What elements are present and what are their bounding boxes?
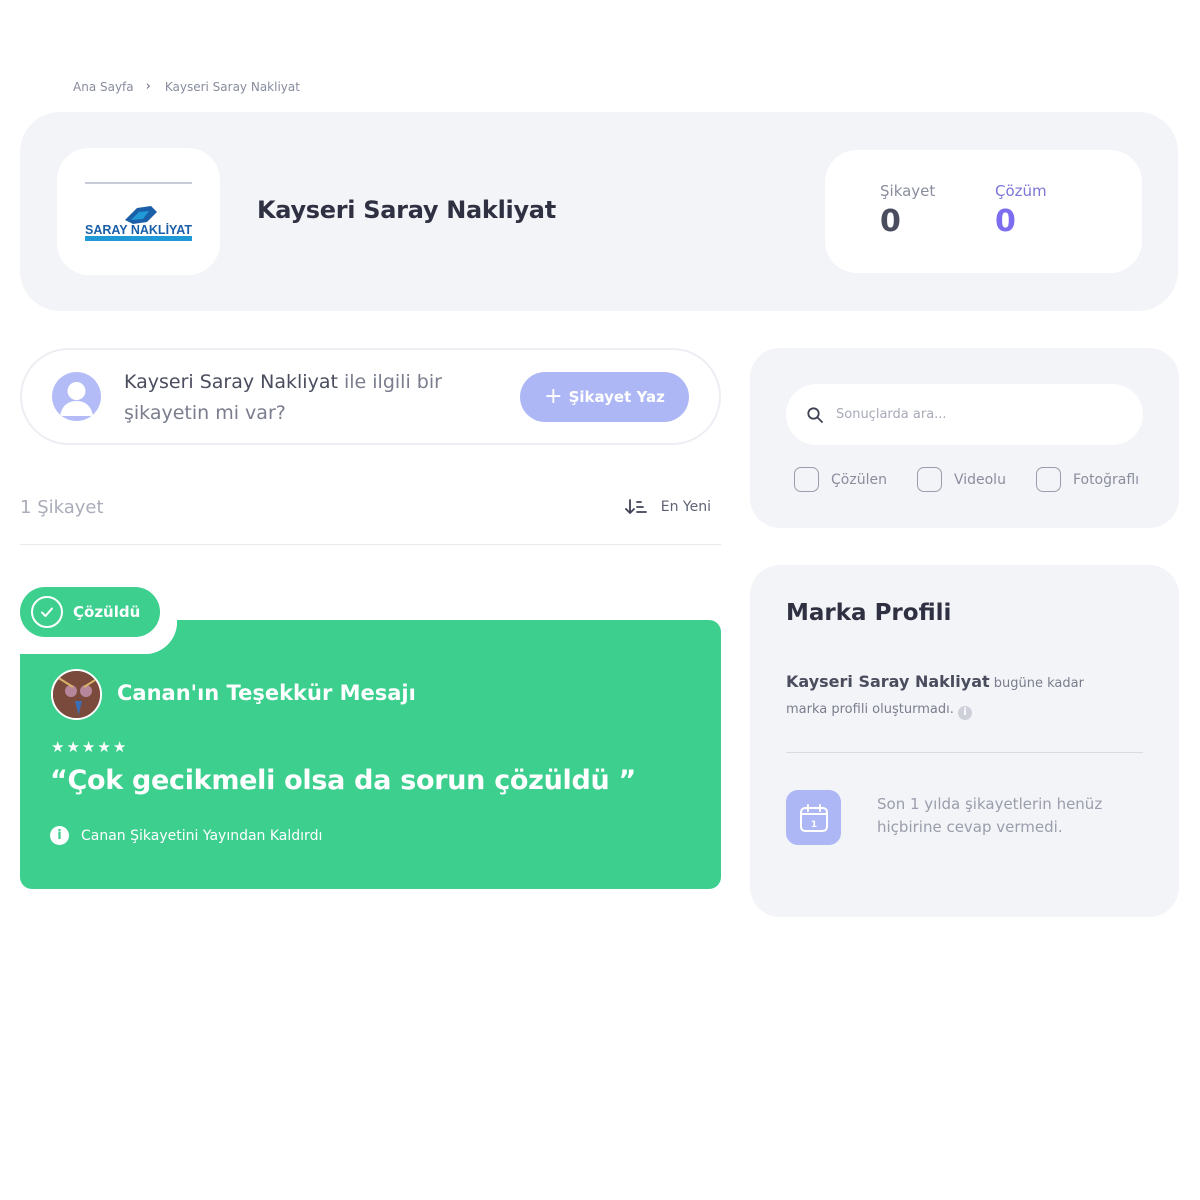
stats-box: Şikayet 0 Çözüm 0 (825, 150, 1142, 273)
response-note: Son 1 yılda şikayetlerin henüz hiçbirine… (877, 795, 1103, 836)
calendar-icon: 1 (786, 790, 841, 845)
logo-divider (85, 182, 192, 184)
complaint-title[interactable]: Canan'ın Teşekkür Mesajı (117, 681, 416, 705)
filter-solved-checkbox[interactable] (794, 467, 819, 492)
brand-profile-desc: Kayseri Saray Nakliyat bugüne kadar mark… (786, 669, 1126, 723)
info-icon: i (50, 826, 69, 845)
chevron-right-icon: › (145, 79, 151, 94)
write-complaint-brand: Kayseri Saray Nakliyat (124, 371, 338, 393)
star-icon: ★ (81, 738, 96, 756)
breadcrumb-home-link[interactable]: Ana Sayfa (73, 80, 134, 94)
star-icon: ★ (51, 738, 65, 756)
brand-profile-brand: Kayseri Saray Nakliyat (786, 672, 990, 691)
breadcrumb-current-link[interactable]: Kayseri Saray Nakliyat (165, 80, 300, 94)
complaint-count: 1 Şikayet (20, 497, 104, 518)
complaint-stat-label: Şikayet (880, 182, 936, 200)
solution-stat-value: 0 (995, 204, 1016, 239)
filter-video-checkbox[interactable] (916, 467, 942, 492)
filter-solved[interactable]: Çözülen (794, 467, 887, 492)
filter-video[interactable]: Videolu (916, 467, 1006, 492)
brand-header-card: SARAY NAKLİYAT Kayseri Saray Nakliyat Şi… (20, 112, 1178, 311)
brand-profile-title: Marka Profili (786, 600, 952, 626)
search-card: Çözülen Videolu Fotoğraflı (750, 348, 1179, 528)
complaint-count-label: Şikayet (37, 497, 104, 518)
sort-descending-icon (624, 499, 647, 514)
star-icon: ★ (112, 738, 127, 756)
filter-video-label: Videolu (953, 471, 1006, 488)
filter-solved-label: Çözülen (831, 471, 887, 488)
removed-note-text: Canan Şikayetini Yayından Kaldırdı (81, 827, 323, 844)
search-icon (807, 406, 823, 423)
sort-dropdown[interactable]: En Yeni (624, 499, 711, 515)
star-icon: ★ (97, 738, 111, 756)
brand-profile-card: Marka Profili Kayseri Saray Nakliyat bug… (750, 565, 1179, 917)
removed-note: i Canan Şikayetini Yayından Kaldırdı (50, 826, 322, 845)
rating-stars: ★ ★ ★ ★ ★ (51, 740, 126, 755)
plus-icon: + (544, 384, 563, 409)
complaint-stat: Şikayet 0 (880, 182, 935, 239)
check-circle-icon (31, 596, 63, 628)
user-placeholder-avatar-icon (52, 372, 101, 421)
filter-photo-checkbox[interactable] (1035, 467, 1061, 492)
saray-nakliyat-logo-icon: SARAY NAKLİYAT (85, 206, 192, 241)
filter-photo-label: Fotoğraflı (1072, 471, 1140, 488)
write-complaint-button-label: Şikayet Yaz (568, 388, 665, 406)
complaint-count-number: 1 (20, 497, 32, 518)
filter-group: Çözülen Videolu Fotoğraflı (794, 467, 1139, 492)
calendar-day: 1 (810, 820, 816, 830)
write-complaint-prompt: Kayseri Saray Nakliyat ile ilgili bir şi… (124, 367, 509, 429)
star-icon: ★ (66, 738, 80, 756)
filter-photo[interactable]: Fotoğraflı (1035, 467, 1140, 492)
avatar[interactable] (51, 669, 102, 720)
solved-badge-label: Çözüldü (73, 603, 141, 621)
write-complaint-button[interactable]: + Şikayet Yaz (520, 372, 689, 422)
solution-stat-label: Çözüm (995, 182, 1047, 200)
complaint-stat-value: 0 (880, 204, 901, 239)
svg-text:SARAY NAKLİYAT: SARAY NAKLİYAT (85, 222, 192, 237)
search-box (786, 384, 1143, 445)
info-icon[interactable]: i (957, 706, 972, 720)
breadcrumb: Ana Sayfa › Kayseri Saray Nakliyat (73, 79, 300, 94)
solved-badge: Çözüldü (20, 587, 160, 637)
brand-logo[interactable]: SARAY NAKLİYAT (57, 148, 220, 275)
search-input[interactable] (836, 407, 1116, 422)
write-complaint-card: Kayseri Saray Nakliyat ile ilgili bir şi… (20, 348, 721, 445)
page: Ana Sayfa › Kayseri Saray Nakliyat SARAY… (0, 0, 1200, 1200)
thanks-quote: “Çok gecikmeli olsa da sorun çözüldü ” (50, 765, 636, 796)
complaint-count-row: 1 Şikayet En Yeni (20, 497, 721, 545)
brand-title: Kayseri Saray Nakliyat (257, 196, 556, 224)
solution-stat: Çözüm 0 (995, 182, 1047, 239)
divider (786, 752, 1143, 753)
sort-label: En Yeni (660, 499, 711, 515)
